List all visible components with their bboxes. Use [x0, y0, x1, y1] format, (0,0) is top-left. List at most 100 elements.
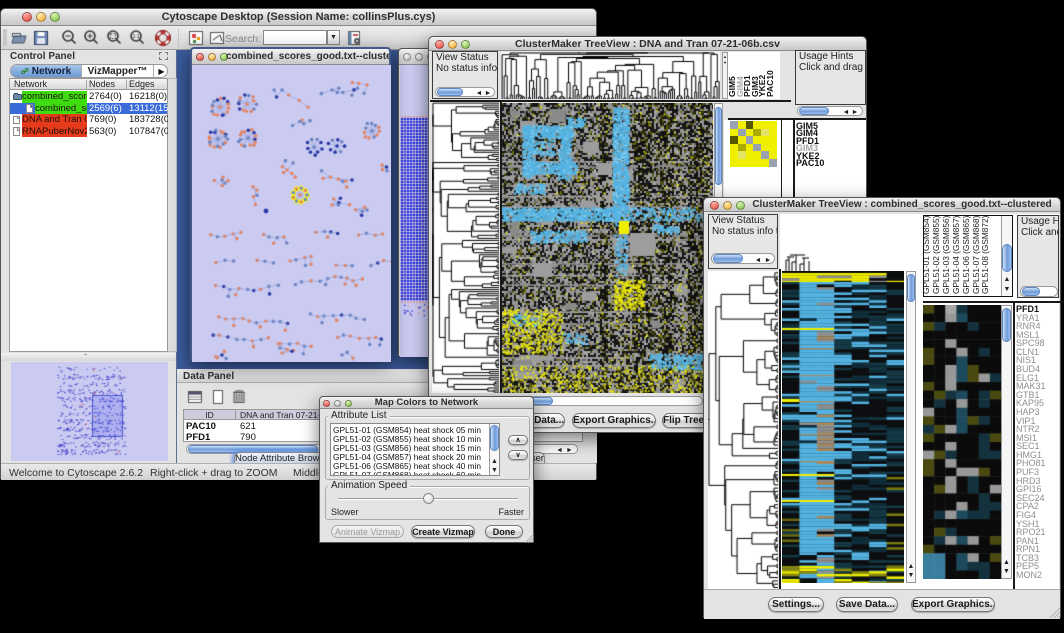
- treeview-2-zoom-vscrollbar-thumb[interactable]: [1002, 308, 1011, 342]
- scroll-right-icon[interactable]: ►: [484, 89, 492, 97]
- scroll-up-icon[interactable]: ▲: [907, 562, 915, 571]
- view-status-scrollbar[interactable]: ◄►: [435, 87, 495, 97]
- zoom-fit-icon[interactable]: [128, 29, 146, 47]
- slider-thumb[interactable]: [423, 493, 434, 504]
- treeview-1-row-dendrogram[interactable]: [432, 102, 499, 393]
- treeview-2-button-save-data-[interactable]: Save Data...: [836, 597, 898, 612]
- splitter-handle[interactable]: ⌃: [83, 355, 91, 359]
- scroll-right-icon[interactable]: ►: [565, 446, 574, 454]
- treeview-2-heatmap[interactable]: [782, 271, 904, 583]
- attribute-list-scrollbar-thumb[interactable]: [490, 425, 499, 451]
- float-panel-icon[interactable]: [159, 52, 168, 60]
- save-icon[interactable]: [32, 29, 50, 47]
- treeview-2-button-settings-[interactable]: Settings...: [768, 597, 824, 612]
- column-header-network[interactable]: Network: [14, 79, 47, 89]
- scroll-up-icon[interactable]: ▲: [490, 457, 499, 465]
- treeview-2-row-dendrogram[interactable]: [708, 271, 778, 589]
- minimize-button-yellow-icon[interactable]: [723, 201, 732, 210]
- column-labels-scrollbar[interactable]: ▲▼: [1001, 216, 1012, 296]
- treeview-2-titlebar[interactable]: ClusterMaker TreeView : combined_scores_…: [704, 198, 1060, 212]
- treeview-1-heatmap[interactable]: [502, 103, 713, 393]
- map-dialog-titlebar[interactable]: Map Colors to Network: [320, 397, 533, 409]
- view-status-scrollbar[interactable]: ◄►: [711, 253, 775, 264]
- column-labels-scrollbar-thumb[interactable]: [1002, 244, 1012, 272]
- attribute-list[interactable]: GPL51-01 (GSM854) heat shock 05 minGPL51…: [330, 423, 500, 476]
- annotation-icon[interactable]: [208, 29, 226, 47]
- delete-attribute-icon[interactable]: [230, 388, 248, 406]
- close-button-gray-icon[interactable]: [403, 53, 411, 61]
- network-row[interactable]: DNA and Tran 07769(0)183728(0): [10, 114, 167, 126]
- attribute-down-button[interactable]: ∨: [508, 450, 528, 460]
- scroll-up-icon[interactable]: ▲: [1002, 558, 1011, 567]
- select-attributes-icon[interactable]: [186, 388, 204, 406]
- scroll-left-icon[interactable]: ◄: [754, 256, 762, 264]
- view-status-scrollbar-thumb[interactable]: [713, 254, 743, 263]
- column-header-edges[interactable]: Edges: [129, 79, 155, 89]
- treeview-2-zoom-heatmap[interactable]: [923, 305, 1001, 579]
- scroll-left-icon[interactable]: ◄: [475, 89, 483, 97]
- network-table-scrollbar[interactable]: [168, 78, 177, 352]
- scroll-left-icon[interactable]: ◄: [842, 108, 850, 116]
- treeview-1-heatmap-vscrollbar-thumb[interactable]: [715, 107, 722, 185]
- treeview-1-zoom-matrix[interactable]: [730, 121, 777, 167]
- scroll-down-icon[interactable]: ▼: [1002, 285, 1012, 294]
- minimize-button-yellow-icon[interactable]: [208, 53, 216, 61]
- usage-hints-scrollbar[interactable]: [1020, 286, 1058, 297]
- scroll-down-icon[interactable]: ▼: [490, 466, 499, 474]
- network-row[interactable]: combined_scores_2764(0)16218(0): [10, 91, 167, 103]
- scroll-up-icon[interactable]: ▲: [1002, 275, 1012, 284]
- search-dropdown-button[interactable]: ▼: [327, 30, 340, 45]
- close-button-red-icon[interactable]: [196, 53, 204, 61]
- toolbar-drag-handle[interactable]: [3, 29, 7, 46]
- data-column-id[interactable]: ID: [184, 410, 236, 419]
- zoom-selected-icon[interactable]: [105, 29, 123, 47]
- minimize-button-gray-icon[interactable]: [415, 53, 423, 61]
- dialog-button-create-vizmap[interactable]: Create Vizmap: [411, 525, 475, 538]
- network-window-1-titlebar[interactable]: combined_scores_good.txt--cluste...: [192, 49, 389, 65]
- birdseye-view-canvas[interactable]: [11, 362, 168, 461]
- scroll-left-icon[interactable]: ◄: [555, 446, 564, 454]
- network-row[interactable]: RNAPuberNov2+N563(0)107847(0): [10, 126, 167, 138]
- treeview-2-heatmap-vscrollbar[interactable]: ▲▼: [906, 271, 916, 583]
- open-file-icon[interactable]: [10, 29, 28, 47]
- zoom-button-green-icon[interactable]: [736, 201, 745, 210]
- usage-hints-scrollbar[interactable]: ◄►: [797, 106, 863, 116]
- tab-overflow-arrow[interactable]: ▶: [153, 65, 168, 77]
- attribute-list-item[interactable]: GPL51-07 (GSM868) heat shock 60 min: [333, 470, 481, 477]
- vizmapper-icon[interactable]: [187, 29, 205, 47]
- dialog-button-animate-vizmap[interactable]: Animate Vizmap: [331, 525, 404, 538]
- network-row[interactable]: combined_sco2569(6)13112(15): [10, 103, 167, 115]
- treeview-1-titlebar[interactable]: ClusterMaker TreeView : DNA and Tran 07-…: [429, 37, 866, 51]
- panel-splitter[interactable]: ⌃: [1, 353, 176, 361]
- dialog-button-done[interactable]: Done: [485, 525, 523, 538]
- treeview-1-button-export-graphics-[interactable]: Export Graphics...: [572, 413, 656, 428]
- close-button-red-icon[interactable]: [710, 201, 719, 210]
- attribute-list-scrollbar[interactable]: ▲▼: [489, 424, 499, 475]
- dialog-resize-grip-icon[interactable]: [524, 533, 534, 543]
- usage-hints-scrollbar-thumb[interactable]: [1022, 287, 1040, 296]
- network-view-1-canvas[interactable]: [192, 65, 391, 362]
- treeview-1-column-dendrogram[interactable]: [501, 52, 720, 99]
- search-input[interactable]: [263, 30, 327, 45]
- tab-vizmapper[interactable]: VizMapper™: [81, 65, 153, 77]
- treeview-2-heatmap-vscrollbar-thumb[interactable]: [907, 274, 915, 302]
- column-header-nodes[interactable]: Nodes: [89, 79, 115, 89]
- view-status-scrollbar-thumb[interactable]: [437, 88, 463, 96]
- scroll-down-icon[interactable]: ▼: [1002, 567, 1011, 576]
- help-lifebuoy-icon[interactable]: [154, 29, 172, 47]
- treeview-2-column-dendrogram[interactable]: [781, 214, 904, 271]
- treeview-2-button-export-graphics-[interactable]: Export Graphics...: [911, 597, 995, 612]
- scroll-right-icon[interactable]: ►: [764, 256, 772, 264]
- zoom-out-icon[interactable]: [60, 29, 78, 47]
- resize-grip-icon[interactable]: [1048, 606, 1060, 618]
- usage-hints-scrollbar-thumb[interactable]: [799, 107, 829, 115]
- main-titlebar[interactable]: Cytoscape Desktop (Session Name: collins…: [1, 9, 596, 26]
- tab-network[interactable]: ☍ Network: [11, 65, 81, 77]
- new-attribute-icon[interactable]: [209, 388, 227, 406]
- scroll-down-icon[interactable]: ▼: [907, 571, 915, 580]
- zoom-in-icon[interactable]: [82, 29, 100, 47]
- attribute-browser-icon[interactable]: [345, 29, 363, 47]
- attribute-up-button[interactable]: ∧: [508, 435, 528, 445]
- scroll-right-icon[interactable]: ►: [851, 108, 859, 116]
- treeview-2-zoom-vscrollbar[interactable]: ▲▼: [1001, 305, 1012, 579]
